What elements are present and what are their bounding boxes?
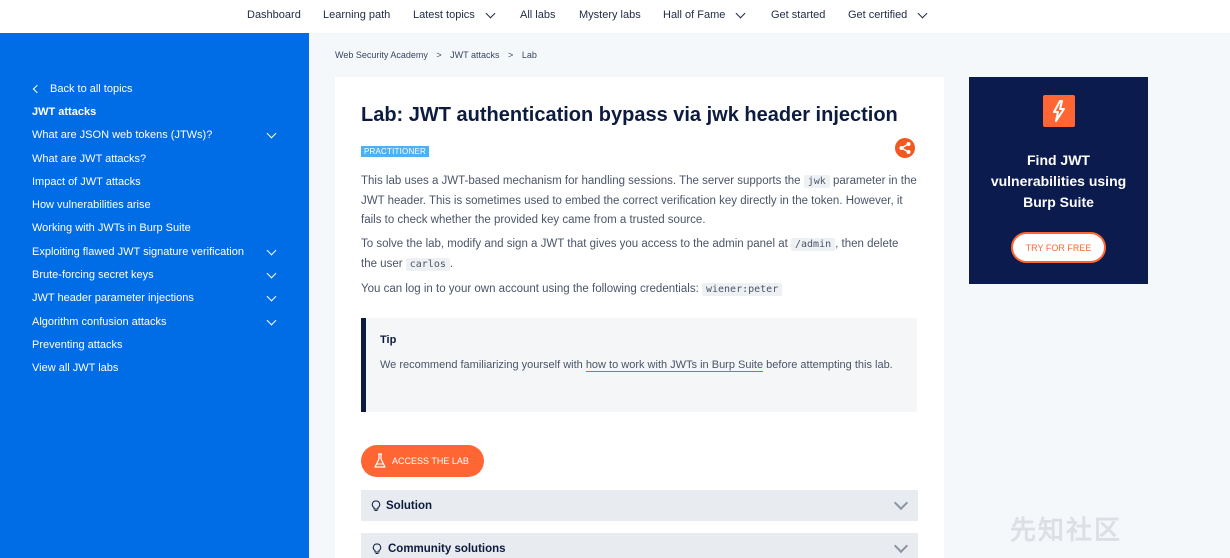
nav-get-certified-label: Get certified <box>848 9 908 21</box>
sidebar-item-brute-forcing[interactable]: Brute-forcing secret keys <box>32 269 154 281</box>
chevron-down-icon <box>735 8 746 18</box>
chevron-left-icon <box>32 84 42 94</box>
back-to-topics-label: Back to all topics <box>50 83 133 95</box>
nav-all-labs-label: All labs <box>520 9 556 21</box>
breadcrumb-jwt-attacks[interactable]: JWT attacks <box>450 50 499 60</box>
burp-jwt-guide-link[interactable]: how to work with JWTs in Burp Suite <box>585 359 764 372</box>
tip-text: We recommend familiarizing yourself with… <box>380 356 910 375</box>
back-to-topics-link[interactable]: Back to all topics <box>32 83 133 95</box>
objective-text: To solve the lab, modify and sign a JWT … <box>361 238 791 250</box>
credentials-text: You can log in to your own account using… <box>361 283 702 295</box>
nav-learning-path-label: Learning path <box>323 9 391 21</box>
sidebar-item-flawed-signature[interactable]: Exploiting flawed JWT signature verifica… <box>32 246 244 258</box>
nav-latest-topics-label: Latest topics <box>413 9 475 21</box>
chevron-down-icon <box>485 8 496 18</box>
burp-promo: Find JWT vulnerabilities using Burp Suit… <box>969 77 1148 284</box>
lab-card: Lab: JWT authentication bypass via jwk h… <box>335 77 944 558</box>
chevron-down-icon <box>893 538 909 554</box>
sidebar-heading-jwt-attacks[interactable]: JWT attacks <box>32 106 96 118</box>
nav-dashboard[interactable]: Dashboard <box>247 9 301 21</box>
nav-dashboard-label: Dashboard <box>247 9 301 21</box>
tip-box: Tip We recommend familiarizing yourself … <box>361 318 917 412</box>
lab-objective: To solve the lab, modify and sign a JWT … <box>361 235 917 274</box>
nav-get-certified[interactable]: Get certified <box>848 8 928 21</box>
watermark-text: 先知社区 <box>1010 515 1123 545</box>
access-lab-button[interactable]: ACCESS THE LAB <box>361 445 484 477</box>
breadcrumb: Web Security Academy > JWT attacks > Lab <box>335 50 543 60</box>
code-admin: /admin <box>791 238 836 251</box>
sidebar-item-view-all-labs[interactable]: View all JWT labs <box>32 362 118 374</box>
nav-all-labs[interactable]: All labs <box>520 9 555 21</box>
chevron-down-icon[interactable] <box>266 128 277 139</box>
community-solutions-accordion[interactable]: Community solutions <box>361 533 918 558</box>
objective-text: . <box>449 257 454 270</box>
nav-hall-of-fame-label: Hall of Fame <box>663 9 726 21</box>
nav-latest-topics[interactable]: Latest topics <box>413 8 496 21</box>
nav-get-started[interactable]: Get started <box>771 9 825 21</box>
chevron-down-icon <box>917 8 928 18</box>
breadcrumb-separator: > <box>436 50 442 60</box>
breadcrumb-lab[interactable]: Lab <box>522 50 537 60</box>
share-icon[interactable] <box>895 138 915 158</box>
solution-label: Solution <box>386 499 432 512</box>
sidebar-item-header-injections[interactable]: JWT header parameter injections <box>32 292 194 304</box>
code-credentials: wiener:peter <box>701 283 783 296</box>
nav-hall-of-fame[interactable]: Hall of Fame <box>663 8 746 21</box>
watermark: 先知社区 <box>1010 510 1122 547</box>
lab-credentials: You can log in to your own account using… <box>361 280 917 300</box>
chevron-down-icon[interactable] <box>266 268 277 279</box>
solution-accordion[interactable]: Solution <box>361 490 918 521</box>
sidebar-item-what-are-jwts[interactable]: What are JSON web tokens (JTWs)? <box>32 129 212 141</box>
sidebar: Back to all topics JWT attacks What are … <box>0 33 309 558</box>
sidebar-item-impact[interactable]: Impact of JWT attacks <box>32 176 141 188</box>
community-icon <box>371 543 383 555</box>
sidebar-item-algorithm-confusion[interactable]: Algorithm confusion attacks <box>32 316 167 328</box>
nav-mystery-labs-label: Mystery labs <box>579 9 641 21</box>
lightbulb-icon <box>371 500 381 512</box>
top-navigation: Dashboard Learning path Latest topics Al… <box>0 0 1230 33</box>
tip-text-start: We recommend familiarizing yourself with <box>380 359 586 371</box>
sidebar-item-preventing[interactable]: Preventing attacks <box>32 339 123 351</box>
page-title: Lab: JWT authentication bypass via jwk h… <box>361 104 898 126</box>
chevron-down-icon[interactable] <box>266 315 277 326</box>
sidebar-item-what-are-jwt-attacks[interactable]: What are JWT attacks? <box>32 153 146 165</box>
description-text: This lab uses a JWT-based mechanism for … <box>361 175 804 187</box>
tip-text-end: before attempting this lab. <box>763 359 893 371</box>
nav-mystery-labs[interactable]: Mystery labs <box>579 9 641 21</box>
breadcrumb-separator: > <box>508 50 514 60</box>
sidebar-item-burp-suite[interactable]: Working with JWTs in Burp Suite <box>32 222 191 234</box>
burp-logo-icon <box>1043 95 1075 127</box>
promo-headline: Find JWT vulnerabilities using Burp Suit… <box>990 152 1127 210</box>
level-badge: PRACTITIONER <box>361 146 429 157</box>
chevron-down-icon <box>893 495 909 511</box>
try-for-free-button[interactable]: TRY FOR FREE <box>1011 232 1106 263</box>
chevron-down-icon[interactable] <box>266 291 277 302</box>
access-lab-label: ACCESS THE LAB <box>392 456 469 466</box>
nav-learning-path[interactable]: Learning path <box>323 9 390 21</box>
code-jwk: jwk <box>803 175 830 188</box>
sidebar-item-vulnerabilities-arise[interactable]: How vulnerabilities arise <box>32 199 151 211</box>
lab-description: This lab uses a JWT-based mechanism for … <box>361 172 917 231</box>
tip-title: Tip <box>380 334 397 346</box>
flask-icon <box>374 453 386 468</box>
breadcrumb-academy[interactable]: Web Security Academy <box>335 50 428 60</box>
code-carlos: carlos <box>405 257 450 271</box>
community-solutions-label: Community solutions <box>388 542 506 555</box>
chevron-down-icon[interactable] <box>266 245 277 256</box>
nav-get-started-label: Get started <box>771 9 826 21</box>
